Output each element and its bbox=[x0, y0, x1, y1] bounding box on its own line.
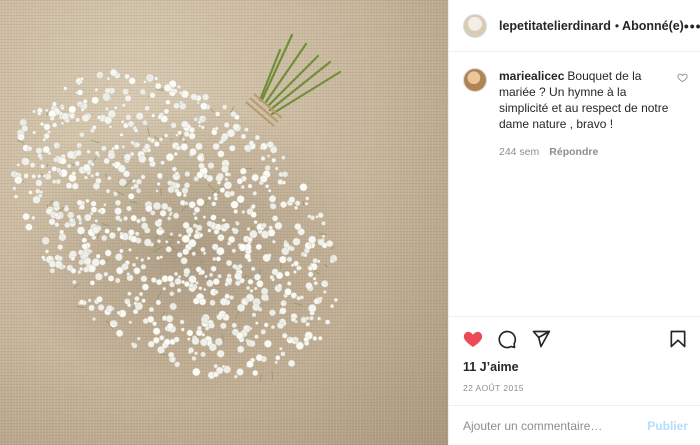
reply-button[interactable]: Répondre bbox=[549, 146, 598, 158]
commenter-avatar[interactable] bbox=[463, 68, 487, 92]
heart-filled-icon bbox=[463, 331, 483, 347]
post-sidebar: lepetitatelierdinard • Abonné(e) ••• mar… bbox=[448, 0, 700, 445]
add-comment-bar: Publier bbox=[449, 405, 700, 445]
heart-outline-icon[interactable] bbox=[677, 72, 688, 83]
post-header: lepetitatelierdinard • Abonné(e) ••• bbox=[449, 0, 700, 52]
header-separator: • bbox=[614, 18, 620, 33]
owner-username[interactable]: lepetitatelierdinard bbox=[499, 19, 611, 33]
comment-body: mariealicec Bouquet de la mariée ? Un hym… bbox=[499, 68, 671, 160]
like-button[interactable] bbox=[463, 329, 483, 349]
bookmark-icon bbox=[670, 330, 686, 348]
action-bar bbox=[463, 319, 688, 359]
paper-plane-icon bbox=[532, 330, 551, 348]
instagram-post-modal: lepetitatelierdinard • Abonné(e) ••• mar… bbox=[0, 0, 700, 445]
comment-button[interactable] bbox=[497, 329, 517, 349]
comment-username[interactable]: mariealicec bbox=[499, 69, 564, 83]
share-button[interactable] bbox=[531, 329, 551, 349]
more-options-icon[interactable]: ••• bbox=[684, 18, 700, 34]
comment-input[interactable] bbox=[463, 418, 648, 433]
comment-meta: 244 sem Répondre bbox=[499, 144, 671, 160]
following-button[interactable]: Abonné(e) bbox=[622, 19, 684, 33]
comments-list: mariealicec Bouquet de la mariée ? Un hym… bbox=[449, 52, 700, 316]
publish-button[interactable]: Publier bbox=[647, 419, 688, 433]
save-button[interactable] bbox=[668, 329, 688, 349]
comment-item: mariealicec Bouquet de la mariée ? Un hym… bbox=[463, 68, 688, 160]
post-photo[interactable] bbox=[0, 0, 448, 445]
owner-avatar[interactable] bbox=[463, 13, 487, 38]
post-date[interactable]: 22 AOÛT 2015 bbox=[463, 383, 688, 405]
likes-count[interactable]: 11 J’aime bbox=[463, 360, 688, 374]
gypsophila-bouquet-image bbox=[10, 33, 365, 400]
comment-icon bbox=[498, 330, 517, 349]
post-actions-section: 11 J’aime 22 AOÛT 2015 bbox=[449, 316, 700, 405]
comment-time[interactable]: 244 sem bbox=[499, 146, 539, 158]
